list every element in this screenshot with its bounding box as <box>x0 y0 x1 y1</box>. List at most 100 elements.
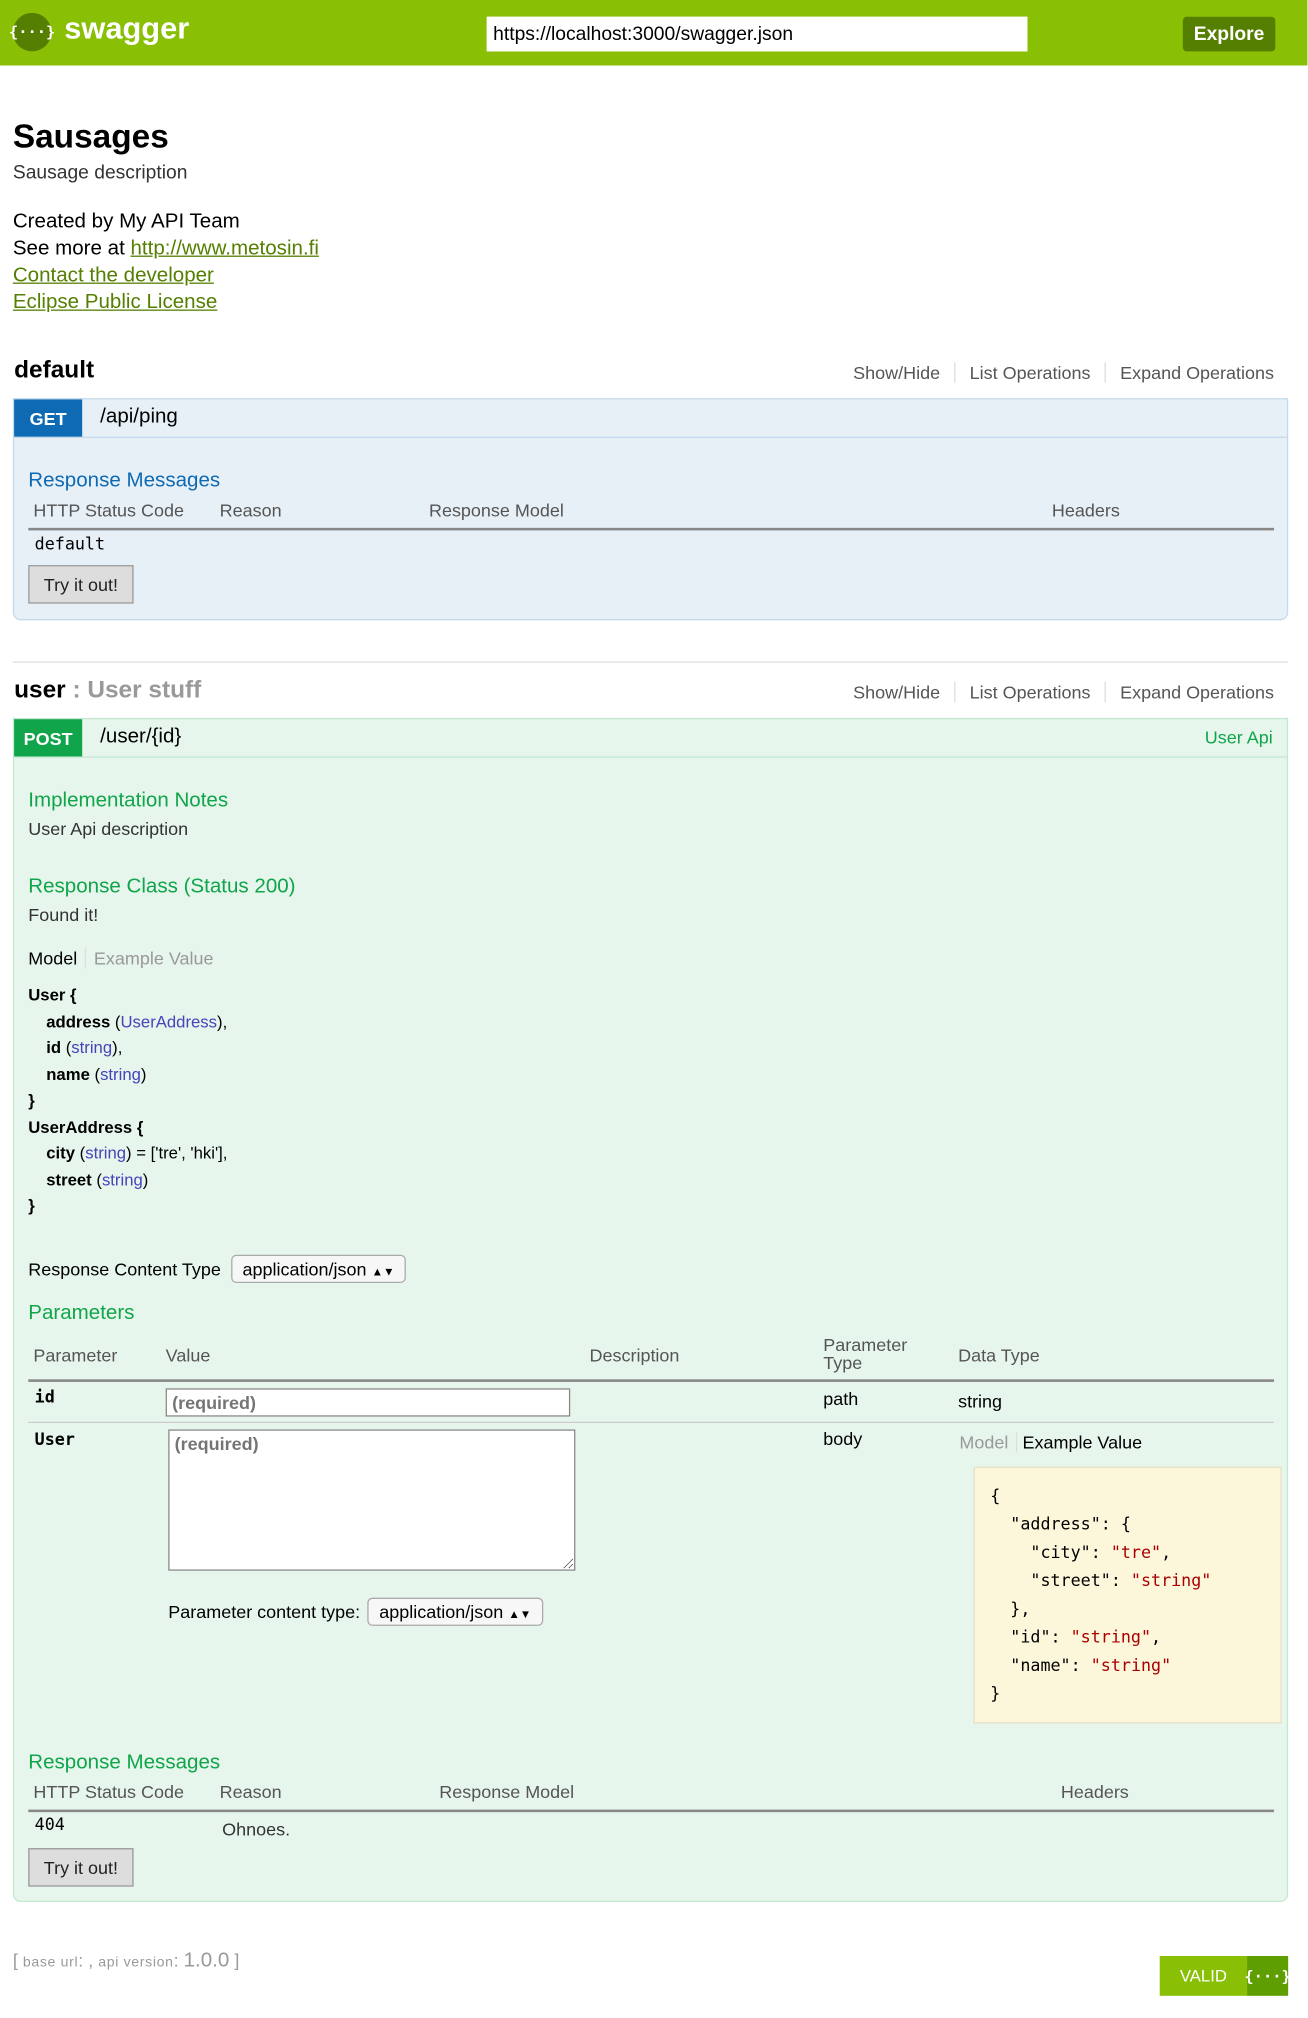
model-line: User { <box>28 982 227 1008</box>
status-reason: Ohnoes. <box>222 1818 291 1840</box>
model-field-name: city <box>46 1143 76 1163</box>
param-id-input[interactable] <box>165 1388 571 1417</box>
swagger-logo-text[interactable]: swagger <box>64 12 189 48</box>
implementation-notes: User Api description <box>28 818 189 839</box>
col-http-status: HTTP Status Code <box>33 499 184 521</box>
model-field-name: } <box>28 1090 35 1110</box>
param-model-tabs: Model Example Value <box>959 1431 1142 1453</box>
contact-link[interactable]: Contact the developer <box>13 262 319 289</box>
model-line: } <box>28 1088 227 1114</box>
model-field-suffix: ) <box>140 1064 147 1084</box>
json-string-value: "string" <box>1130 1571 1212 1592</box>
select-value: application/json <box>242 1258 367 1280</box>
model-field-suffix: ), <box>217 1011 228 1031</box>
expand-operations-link[interactable]: Expand Operations <box>1106 362 1274 383</box>
model-field-type[interactable]: string <box>102 1169 143 1188</box>
param-type: body <box>823 1428 863 1449</box>
select-value: application/json <box>379 1601 504 1623</box>
param-name: id <box>34 1388 55 1408</box>
param-content-type-select[interactable]: application/json ▲▼ <box>367 1597 543 1626</box>
param-row-user: User Parameter content type: application… <box>28 1423 1282 1731</box>
model-line: address (UserAddress), <box>46 1011 228 1031</box>
model-field-type[interactable]: string <box>71 1038 112 1057</box>
list-operations-link[interactable]: List Operations <box>955 362 1106 383</box>
api-description: Sausage description <box>12 161 188 184</box>
resource-links: Show/Hide List Operations Expand Operati… <box>839 362 1274 383</box>
show-hide-link[interactable]: Show/Hide <box>839 681 956 703</box>
col-value: Value <box>165 1344 211 1366</box>
model-field-name: User { <box>28 985 77 1005</box>
created-by: Created by My API Team <box>12 210 240 233</box>
tab-model[interactable]: Model <box>959 1431 1018 1453</box>
tab-model[interactable]: Model <box>28 947 87 969</box>
validator-badge[interactable]: VALID {···} <box>1159 1955 1291 1996</box>
col-headers: Headers <box>1051 499 1120 521</box>
resource-subtitle: : User stuff <box>65 676 202 704</box>
response-class-title: Response Class (Status 200) <box>28 875 296 898</box>
see-more-link[interactable]: http://www.metosin.fi <box>130 238 318 260</box>
operation-path[interactable]: /api/ping <box>100 406 178 429</box>
param-row-id: id path string <box>28 1382 1275 1424</box>
method-badge-get[interactable]: GET <box>14 399 83 437</box>
col-data-type: Data Type <box>958 1344 1040 1366</box>
operation-bar[interactable]: GET /api/ping <box>14 399 1287 438</box>
col-response-model: Response Model <box>428 499 564 521</box>
col-description: Description <box>589 1344 680 1366</box>
response-model-schema: User { address (UserAddress), id (string),… <box>28 982 227 1219</box>
model-line: } <box>28 1193 227 1219</box>
see-more-prefix: See more at <box>12 237 131 260</box>
top-bar: {···} swagger Explore <box>0 0 1308 66</box>
operation-path[interactable]: /user/{id} <box>100 726 181 749</box>
response-class-desc: Found it! <box>28 904 99 925</box>
api-version-label: api version <box>98 1954 174 1971</box>
resource-header-default: default Show/Hide List Operations Expand… <box>14 357 1274 388</box>
col-reason: Reason <box>219 499 282 521</box>
tab-example-value[interactable]: Example Value <box>86 948 214 969</box>
expand-operations-link[interactable]: Expand Operations <box>1106 682 1274 703</box>
response-content-type-select[interactable]: application/json ▲▼ <box>230 1254 407 1284</box>
resource-name[interactable]: default <box>14 357 94 385</box>
tab-example-value[interactable]: Example Value <box>1017 1432 1142 1453</box>
model-field-name: name <box>46 1064 90 1084</box>
operation-summary[interactable]: User Api <box>1205 727 1273 748</box>
model-line: UserAddress { <box>28 1114 227 1140</box>
try-it-out-button[interactable]: Try it out! <box>28 1848 134 1887</box>
json-string-value: "string" <box>1090 1656 1172 1677</box>
select-arrows-icon: ▲▼ <box>508 1607 532 1621</box>
model-field-suffix: ) = ['tre', 'hki'], <box>126 1143 228 1163</box>
model-field-type[interactable]: string <box>100 1064 141 1083</box>
resource-name[interactable]: user : User stuff <box>14 677 201 705</box>
response-content-type-row: Response Content Type application/json ▲▼ <box>28 1254 407 1284</box>
explore-button[interactable]: Explore <box>1182 16 1276 52</box>
license-link[interactable]: Eclipse Public License <box>13 289 319 316</box>
select-arrows-icon: ▲▼ <box>371 1265 395 1278</box>
operation-bar[interactable]: POST /user/{id} User Api <box>14 719 1287 758</box>
col-response-model: Response Model <box>439 1781 575 1802</box>
json-string-value: "tre" <box>1110 1543 1162 1563</box>
status-code: 404 <box>34 1816 65 1836</box>
method-badge-post[interactable]: POST <box>14 719 83 757</box>
spec-url-input[interactable] <box>486 16 1028 52</box>
parameters-title: Parameters <box>28 1302 135 1325</box>
param-content-type-row: Parameter content type: application/json… <box>168 1597 543 1626</box>
model-field-type[interactable]: string <box>85 1143 126 1162</box>
param-user-textarea[interactable] <box>168 1429 576 1571</box>
response-messages-header: HTTP Status Code Reason Response Model H… <box>28 1781 1275 1813</box>
model-field-type[interactable]: UserAddress <box>121 1011 218 1030</box>
resource-divider <box>12 661 1289 663</box>
base-url-label: base url <box>22 1954 79 1971</box>
list-operations-link[interactable]: List Operations <box>955 681 1106 703</box>
col-headers: Headers <box>1060 1781 1129 1802</box>
try-it-out-button[interactable]: Try it out! <box>28 565 134 604</box>
model-line: name (string) <box>46 1064 147 1084</box>
show-hide-link[interactable]: Show/Hide <box>839 362 956 383</box>
api-version: 1.0.0 <box>183 1949 230 1972</box>
swagger-logo-icon[interactable]: {···} <box>9 12 55 52</box>
status-code: default <box>34 535 106 555</box>
model-line: id (string), <box>46 1037 123 1057</box>
api-title: Sausages <box>12 116 169 156</box>
parameters-header: Parameter Value Description Parameter Ty… <box>28 1336 1275 1382</box>
model-field-name: } <box>28 1195 35 1215</box>
example-value-box[interactable]: { "address": { "city": "tre", "street": … <box>973 1466 1282 1724</box>
implementation-notes-title: Implementation Notes <box>28 789 229 812</box>
